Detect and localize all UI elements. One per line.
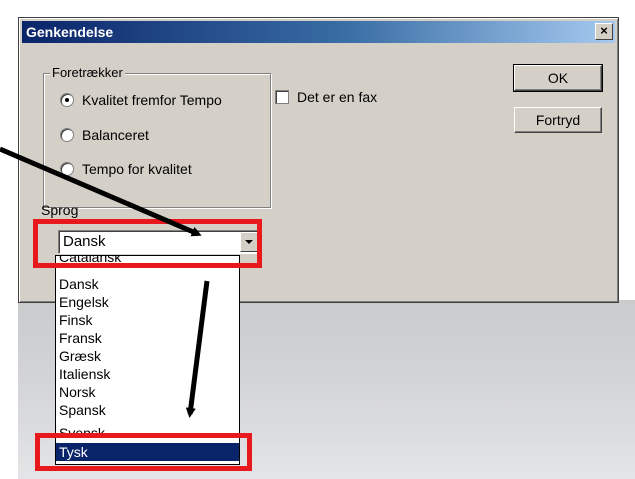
- annotation-arrow-to-tysk: [185, 280, 210, 418]
- annotation-arrows: [0, 146, 210, 418]
- annotation-arrow-to-combo: [0, 146, 202, 237]
